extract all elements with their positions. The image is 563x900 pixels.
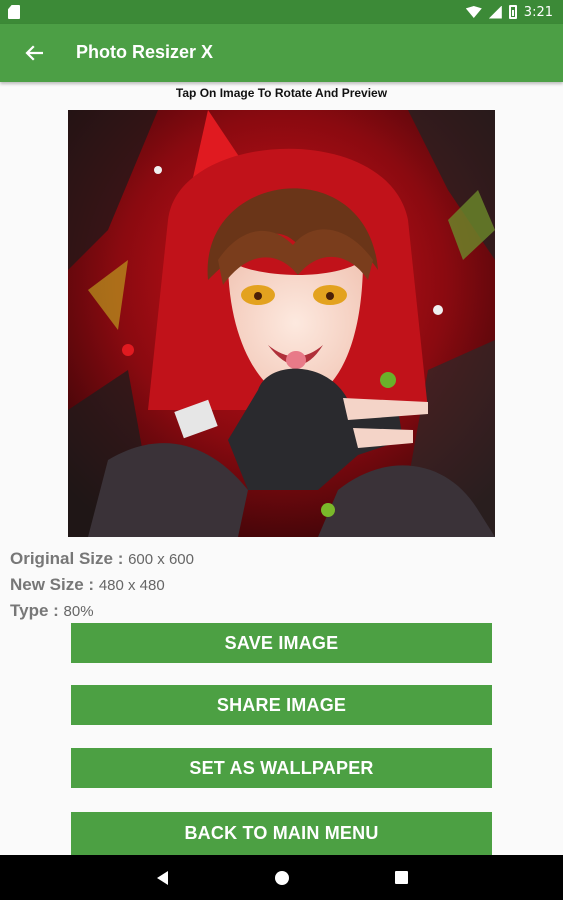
back-to-main-menu-button[interactable]: BACK TO MAIN MENU bbox=[71, 812, 492, 855]
nav-recents-icon[interactable] bbox=[395, 871, 408, 884]
nav-home-icon[interactable] bbox=[275, 871, 289, 885]
type-label: Type : bbox=[10, 601, 64, 620]
wifi-icon bbox=[465, 6, 482, 18]
back-arrow-icon[interactable] bbox=[18, 37, 50, 69]
battery-icon bbox=[508, 5, 517, 19]
type-value: 80% bbox=[63, 603, 94, 620]
share-image-button[interactable]: SHARE IMAGE bbox=[71, 685, 492, 725]
save-image-button[interactable]: SAVE IMAGE bbox=[71, 623, 492, 663]
original-size-value: 600 x 600 bbox=[128, 551, 194, 568]
original-size: Original Size : 600 x 600 bbox=[10, 549, 194, 569]
new-size: New Size : 480 x 480 bbox=[10, 575, 165, 595]
status-time: 3:21 bbox=[523, 4, 553, 20]
type-info: Type : 80% bbox=[10, 601, 94, 621]
preview-artwork bbox=[68, 110, 495, 537]
navigation-bar bbox=[0, 855, 563, 900]
status-bar: 3:21 bbox=[0, 0, 563, 24]
app-bar: Photo Resizer X bbox=[0, 24, 563, 82]
signal-icon bbox=[488, 5, 502, 19]
set-wallpaper-button[interactable]: SET AS WALLPAPER bbox=[71, 748, 492, 788]
new-size-label: New Size : bbox=[10, 575, 99, 594]
rotate-hint: Tap On Image To Rotate And Preview bbox=[175, 86, 388, 100]
sd-card-icon bbox=[8, 5, 20, 19]
original-size-label: Original Size : bbox=[10, 549, 129, 568]
new-size-value: 480 x 480 bbox=[98, 577, 165, 594]
nav-back-icon[interactable] bbox=[157, 871, 168, 885]
app-title: Photo Resizer X bbox=[76, 42, 214, 62]
image-preview[interactable] bbox=[68, 110, 495, 537]
status-icons: 3:21 bbox=[465, 3, 553, 21]
